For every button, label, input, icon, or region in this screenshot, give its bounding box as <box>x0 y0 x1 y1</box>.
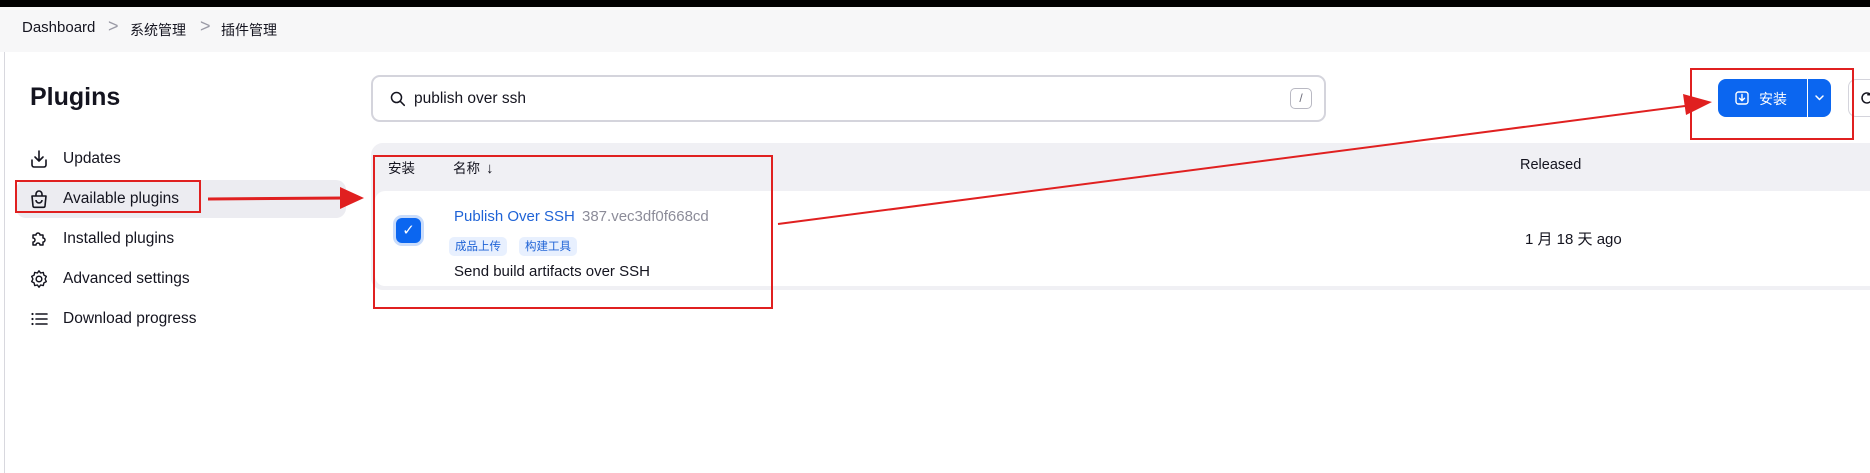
annotation-arrow-head <box>1683 94 1712 115</box>
annotation-arrows <box>207 94 1712 225</box>
annotation-arrow-line <box>777 105 1686 225</box>
annotation-arrow-head <box>340 187 364 209</box>
annotation-arrow-line <box>207 196 345 201</box>
